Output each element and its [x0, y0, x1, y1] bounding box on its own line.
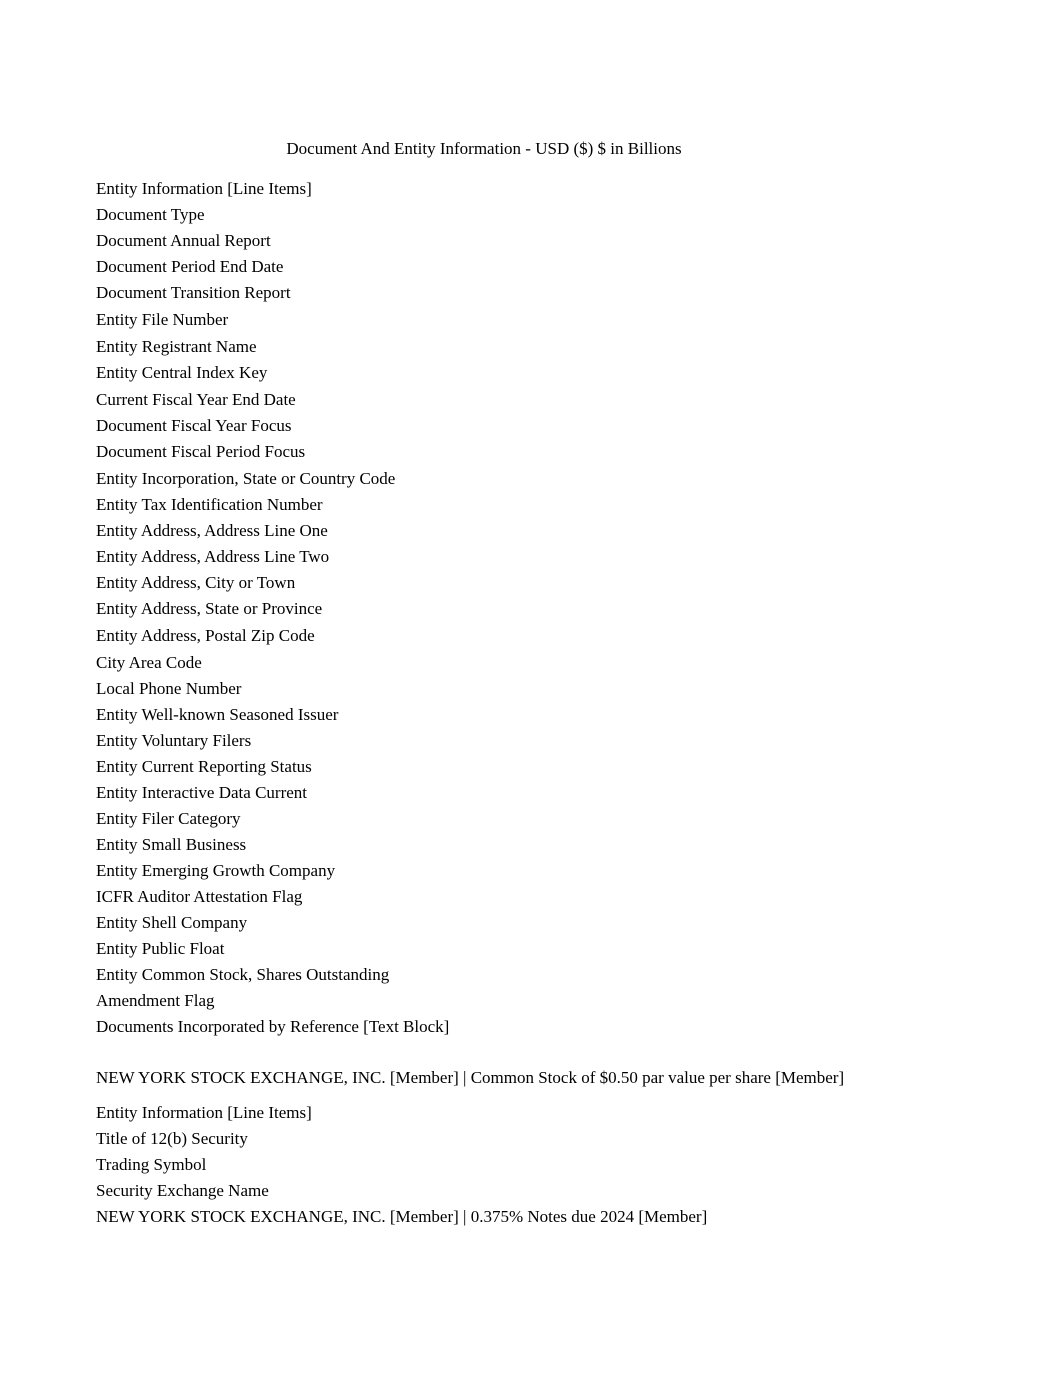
row-label: Entity Public Float	[96, 939, 225, 958]
row-label: Entity File Number	[96, 310, 229, 329]
row-label: Amendment Flag	[96, 991, 215, 1010]
section-entity-information: Entity Information [Line Items] Document…	[96, 176, 866, 1040]
row-label: Document Fiscal Year Focus	[96, 416, 292, 435]
row-label: Entity Information [Line Items]	[96, 179, 312, 198]
row-label: Entity Incorporation, State or Country C…	[96, 469, 396, 488]
row-label: Entity Well-known Seasoned Issuer	[96, 705, 339, 724]
section-header: NEW YORK STOCK EXCHANGE, INC. [Member] |…	[96, 1207, 708, 1226]
row-label: Entity Address, State or Province	[96, 599, 323, 618]
report-body: Entity Information [Line Items] Document…	[96, 176, 866, 1230]
row-label: Entity Address, Postal Zip Code	[96, 626, 315, 645]
section-header: NEW YORK STOCK EXCHANGE, INC. [Member] |…	[96, 1068, 845, 1087]
row-label: Document Annual Report	[96, 231, 271, 250]
row-label: Entity Address, Address Line One	[96, 521, 328, 540]
row-label: Entity Interactive Data Current	[96, 783, 307, 802]
document-page: Document And Entity Information - USD ($…	[0, 0, 1062, 1377]
row-label: Entity Common Stock, Shares Outstanding	[96, 965, 390, 984]
row-label: ICFR Auditor Attestation Flag	[96, 887, 303, 906]
row-label: Entity Current Reporting Status	[96, 757, 312, 776]
row-label: Document Period End Date	[96, 257, 284, 276]
row-label: Entity Registrant Name	[96, 337, 257, 356]
row-label: Entity Central Index Key	[96, 363, 268, 382]
row-label: Entity Shell Company	[96, 913, 248, 932]
page-title: Document And Entity Information - USD ($…	[286, 139, 682, 158]
row-label: Entity Address, City or Town	[96, 573, 296, 592]
row-label: City Area Code	[96, 653, 202, 672]
row-label: Entity Filer Category	[96, 809, 241, 828]
row-label: Entity Tax Identification Number	[96, 495, 323, 514]
row-label: Document Transition Report	[96, 283, 291, 302]
row-label: Document Fiscal Period Focus	[96, 442, 306, 461]
row-label: Document Type	[96, 205, 205, 224]
row-label: Security Exchange Name	[96, 1181, 269, 1200]
row-label: Entity Voluntary Filers	[96, 731, 252, 750]
row-label: Entity Address, Address Line Two	[96, 547, 330, 566]
row-label: Entity Emerging Growth Company	[96, 861, 336, 880]
row-label: Documents Incorporated by Reference [Tex…	[96, 1017, 450, 1036]
row-label: Trading Symbol	[96, 1155, 207, 1174]
row-label: Local Phone Number	[96, 679, 242, 698]
section-nyse-notes-2024: NEW YORK STOCK EXCHANGE, INC. [Member] |…	[96, 1204, 866, 1230]
row-label: Entity Small Business	[96, 835, 247, 854]
section-nyse-common-stock: NEW YORK STOCK EXCHANGE, INC. [Member] |…	[96, 1066, 866, 1204]
row-label: Current Fiscal Year End Date	[96, 390, 296, 409]
row-label: Title of 12(b) Security	[96, 1129, 248, 1148]
row-label: Entity Information [Line Items]	[96, 1103, 312, 1122]
